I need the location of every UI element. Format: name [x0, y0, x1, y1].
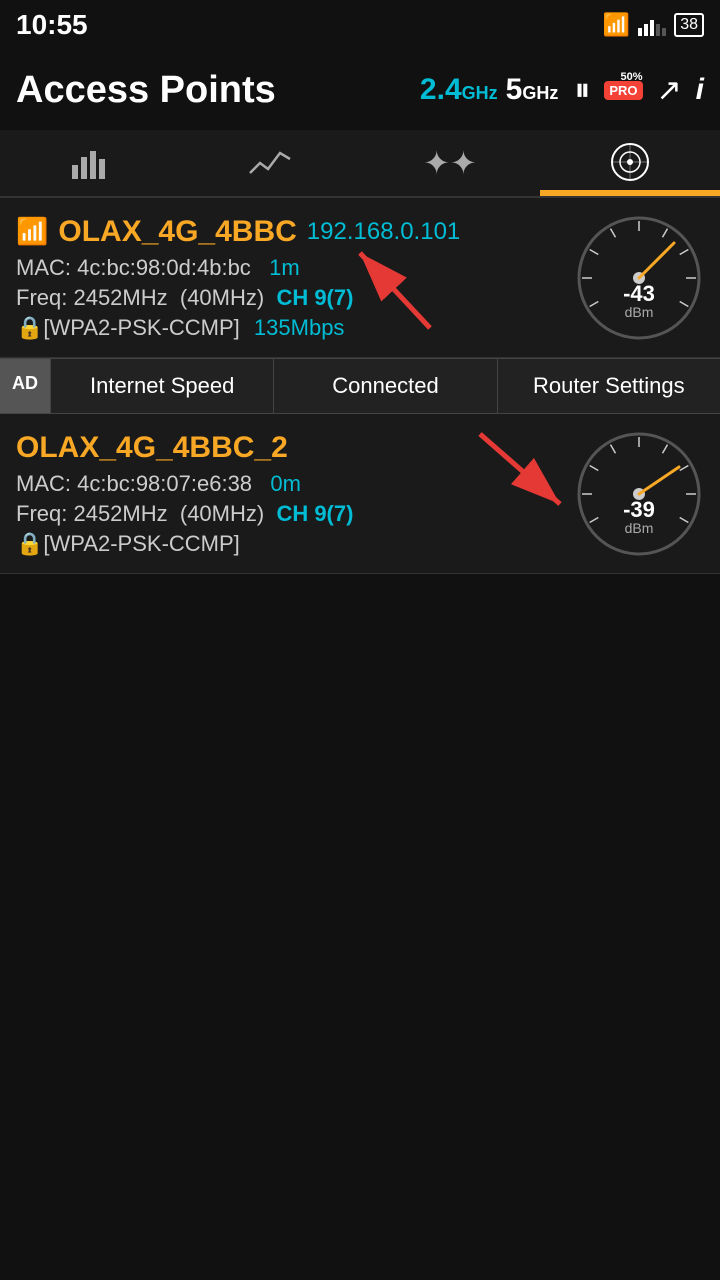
pro-button[interactable]: 50% PRO: [604, 81, 642, 100]
pro-badge: 50% PRO: [604, 81, 642, 100]
status-icons: 📶 38: [603, 12, 704, 38]
tab-star[interactable]: ✦✦: [360, 130, 540, 196]
action-bar: AD Internet Speed Connected Router Setti…: [0, 358, 720, 414]
radar-icon: [608, 142, 652, 182]
header: Access Points 2.4GHz 5GHz ⏸ 50% PRO ↗ i: [0, 50, 720, 130]
connected-button[interactable]: Connected: [273, 359, 496, 413]
nav-tabs: ✦✦: [0, 130, 720, 198]
pro-label: PRO: [609, 83, 637, 98]
wifi-icon: 📶: [603, 12, 630, 38]
ap-mac-2: 4c:bc:98:07:e6:38: [77, 471, 252, 496]
info-button[interactable]: i: [696, 73, 704, 107]
ap-security-2: [WPA2-PSK-CCMP]: [43, 531, 239, 556]
signal-gauge-2: -39 dBm: [574, 429, 704, 559]
ap-security-row-1: 🔒[WPA2-PSK-CCMP] 135Mbps: [16, 315, 574, 341]
ap-ssid-1: OLAX_4G_4BBC: [58, 215, 296, 249]
svg-text:-43: -43: [623, 281, 655, 306]
gauge-svg-2: -39 dBm: [574, 429, 704, 559]
ap-mac-row-2: MAC: 4c:bc:98:07:e6:38 0m: [16, 471, 574, 497]
ap-security-row-2: 🔒[WPA2-PSK-CCMP]: [16, 531, 574, 557]
tab-radar[interactable]: [540, 130, 720, 196]
ap-freq-row-1: Freq: 2452MHz (40MHz) CH 9(7): [16, 285, 574, 311]
freq-5-label[interactable]: 5GHz: [506, 73, 559, 107]
ap-info-1: 📶 OLAX_4G_4BBC 192.168.0.101 MAC: 4c:bc:…: [16, 215, 574, 341]
trend-icon: [248, 145, 292, 181]
ap-speed-1: 135Mbps: [254, 315, 345, 340]
svg-text:dBm: dBm: [625, 304, 654, 320]
status-time: 10:55: [16, 9, 88, 41]
ap-ip-1: 192.168.0.101: [307, 218, 460, 246]
gauge-svg-1: -43 dBm: [574, 213, 704, 343]
ap-mac-row-1: MAC: 4c:bc:98:0d:4b:bc 1m: [16, 255, 574, 281]
ap-name-row-1: 📶 OLAX_4G_4BBC 192.168.0.101: [16, 215, 574, 249]
ap-item-2[interactable]: OLAX_4G_4BBC_2 MAC: 4c:bc:98:07:e6:38 0m…: [0, 414, 720, 574]
header-actions: ⏸ 50% PRO ↗ i: [574, 71, 704, 109]
empty-area: [0, 574, 720, 1174]
svg-text:dBm: dBm: [625, 520, 654, 536]
ap-lock-icon-2: 🔒: [16, 531, 43, 556]
ap-bw-1: 40MHz: [187, 285, 257, 310]
tab-bar-chart[interactable]: [0, 130, 180, 196]
signal-gauge-1: -43 dBm: [574, 213, 704, 343]
ap-name-row-2: OLAX_4G_4BBC_2: [16, 431, 574, 465]
bar-chart-icon: [70, 145, 110, 181]
ap-freq-row-2: Freq: 2452MHz (40MHz) CH 9(7): [16, 501, 574, 527]
tab-trend[interactable]: [180, 130, 360, 196]
ap-time-1: 1m: [269, 255, 300, 280]
ap-info-2: OLAX_4G_4BBC_2 MAC: 4c:bc:98:07:e6:38 0m…: [16, 431, 574, 557]
ap-time-2: 0m: [270, 471, 301, 496]
ap-bw-2: 40MHz: [187, 501, 257, 526]
ap-channel-2: CH 9(7): [276, 501, 353, 526]
ap-wifi-icon-1: 📶: [16, 216, 48, 247]
svg-text:-39: -39: [623, 497, 655, 522]
ap-freq-2: 2452MHz: [73, 501, 167, 526]
internet-speed-button[interactable]: Internet Speed: [50, 359, 273, 413]
freq-24-label[interactable]: 2.4GHz: [420, 73, 498, 107]
ap-lock-icon-1: 🔒: [16, 315, 43, 340]
status-bar: 10:55 📶 38: [0, 0, 720, 50]
pro-percent: 50%: [620, 71, 642, 83]
share-button[interactable]: ↗: [657, 73, 682, 108]
pause-button[interactable]: ⏸: [574, 71, 590, 109]
ap-channel-1: CH 9(7): [276, 285, 353, 310]
battery-level: 38: [680, 16, 698, 33]
ap-ssid-2: OLAX_4G_4BBC_2: [16, 431, 288, 465]
ap-item-1[interactable]: 📶 OLAX_4G_4BBC 192.168.0.101 MAC: 4c:bc:…: [0, 198, 720, 358]
ap-security-1: [WPA2-PSK-CCMP]: [43, 315, 239, 340]
router-settings-button[interactable]: Router Settings: [497, 359, 720, 413]
battery-box: 38: [674, 13, 704, 37]
signal-icon: [638, 14, 666, 36]
freq-selector[interactable]: 2.4GHz 5GHz: [420, 73, 558, 107]
ad-label: AD: [0, 359, 50, 413]
ap-mac-1: 4c:bc:98:0d:4b:bc: [77, 255, 251, 280]
battery-indicator: 38: [674, 13, 704, 37]
app-title: Access Points: [16, 69, 404, 112]
star-icon: ✦✦: [423, 144, 477, 182]
ap-freq-1: 2452MHz: [73, 285, 167, 310]
